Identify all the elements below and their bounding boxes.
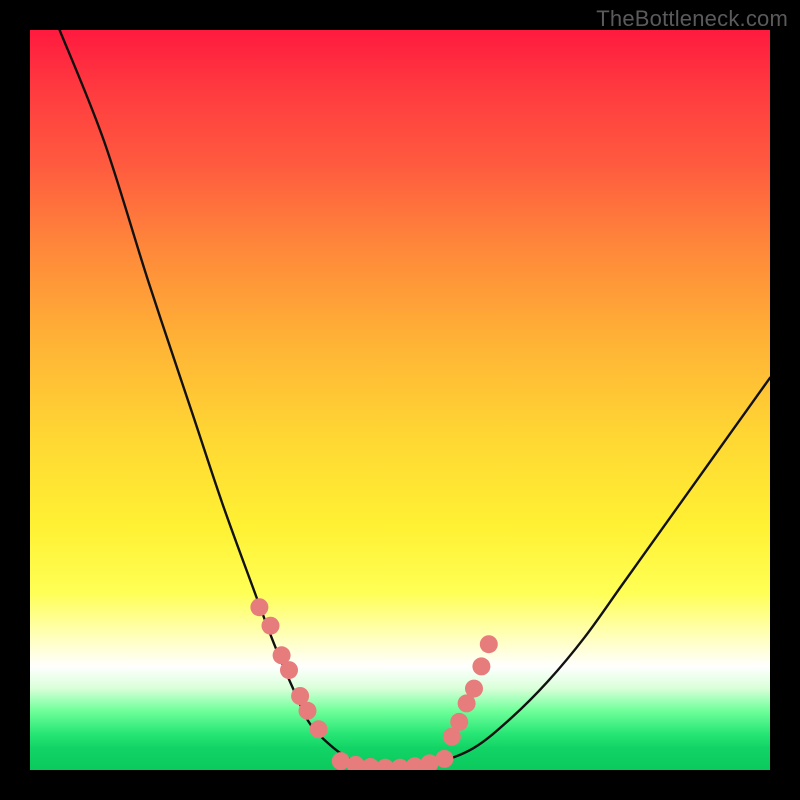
watermark-text: TheBottleneck.com (596, 6, 788, 32)
marker-dot (250, 598, 268, 616)
marker-dot (480, 635, 498, 653)
marker-dot (450, 713, 468, 731)
bottleneck-curve-svg (30, 30, 770, 770)
bottleneck-curve-line (60, 30, 770, 770)
marker-dot (299, 702, 317, 720)
marker-dot (280, 661, 298, 679)
marker-dot (472, 657, 490, 675)
marker-dot (435, 750, 453, 768)
marker-dot (262, 617, 280, 635)
marker-dot (310, 720, 328, 738)
marker-dot (465, 680, 483, 698)
marker-dots (250, 598, 497, 770)
plot-area (30, 30, 770, 770)
chart-frame: TheBottleneck.com (0, 0, 800, 800)
